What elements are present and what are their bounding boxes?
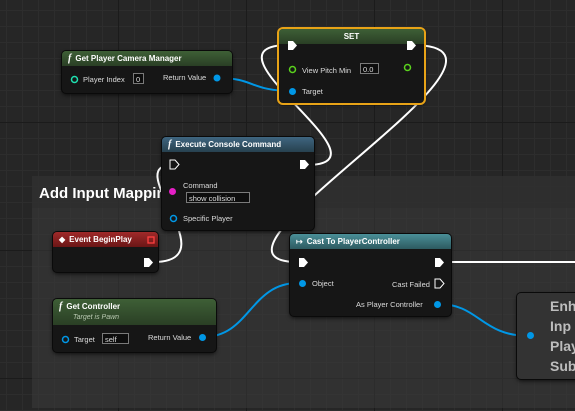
view-pitch-min-label: View Pitch Min	[302, 66, 352, 75]
return-value-label: Return Value	[163, 73, 207, 82]
node-title: Event BeginPlay	[69, 235, 132, 244]
object-wire-controller-cast	[202, 282, 299, 338]
player-index-label: Player Index	[83, 75, 125, 84]
node-title: Execute Console Command	[175, 140, 282, 149]
object-out-pin-icon[interactable]	[433, 300, 442, 309]
node-title: SET	[343, 32, 360, 41]
event-beginplay-node[interactable]: ◆ Event BeginPlay	[53, 232, 158, 272]
player-pin-icon[interactable]	[169, 214, 178, 223]
target-label: Target	[74, 335, 95, 344]
target-field[interactable]: self	[102, 333, 129, 344]
cast-icon: ↦	[296, 237, 303, 246]
command-label: Command	[183, 181, 218, 190]
title-line-3: Play	[550, 338, 575, 354]
get-player-camera-manager-node[interactable]: f Get Player Camera Manager Player Index …	[62, 51, 232, 93]
node-title: Cast To PlayerController	[306, 237, 400, 246]
delegate-pin-icon[interactable]	[147, 236, 155, 244]
title-line-2: Inp	[550, 318, 571, 334]
float-pin-icon[interactable]	[288, 65, 297, 74]
function-icon: f	[59, 301, 63, 312]
int-pin-icon[interactable]	[70, 75, 79, 84]
title-line-1: Enh	[550, 298, 575, 314]
exec-failed-pin-icon[interactable]	[434, 278, 445, 289]
get-controller-node[interactable]: f Get Controller Target is Pawn Target se…	[53, 299, 216, 352]
player-index-field[interactable]: 0	[133, 73, 144, 84]
function-icon: f	[168, 139, 172, 150]
event-icon: ◆	[59, 235, 66, 244]
view-pitch-min-field[interactable]: 0.0	[360, 63, 379, 74]
exec-out-pin-icon[interactable]	[406, 40, 417, 51]
execute-console-command-node[interactable]: f Execute Console Command Command show co…	[162, 137, 314, 230]
object-out-pin-icon[interactable]	[198, 333, 207, 342]
enhanced-node-title: Enh Inp Play Sub	[550, 296, 575, 376]
self-pin-icon[interactable]	[61, 335, 70, 344]
object-in-pin-icon[interactable]	[526, 331, 535, 340]
node-title: Get Player Camera Manager	[75, 54, 182, 63]
as-player-controller-label: As Player Controller	[356, 300, 423, 309]
function-icon: f	[68, 53, 72, 64]
target-pin-icon[interactable]	[288, 87, 297, 96]
exec-out-pin-icon[interactable]	[434, 257, 445, 268]
cast-failed-label: Cast Failed	[392, 280, 430, 289]
exec-in-pin-icon[interactable]	[298, 257, 309, 268]
return-value-label: Return Value	[148, 333, 192, 342]
node-subtitle: Target is Pawn	[73, 314, 120, 321]
command-field[interactable]: show collision	[186, 192, 250, 203]
exec-in-pin-icon[interactable]	[169, 159, 180, 170]
object-label: Object	[312, 279, 334, 288]
object-pin-icon[interactable]	[298, 279, 307, 288]
exec-out-pin-icon[interactable]	[299, 159, 310, 170]
string-pin-icon[interactable]	[168, 187, 177, 196]
exec-in-pin-icon[interactable]	[287, 40, 298, 51]
set-node[interactable]: SET View Pitch Min 0.0 Target	[279, 29, 424, 103]
object-pin-icon[interactable]	[212, 73, 222, 83]
exec-out-pin-icon[interactable]	[143, 257, 154, 268]
target-label: Target	[302, 87, 323, 96]
title-line-4: Sub	[550, 358, 575, 374]
cast-to-playercontroller-node[interactable]: ↦ Cast To PlayerController Object Cast Fa…	[290, 234, 451, 316]
enhanced-input-node[interactable]: Enh Inp Play Sub	[517, 293, 575, 379]
node-title: Get Controller	[66, 302, 121, 311]
float-out-pin-icon[interactable]	[403, 63, 412, 72]
specific-player-label: Specific Player	[183, 214, 233, 223]
